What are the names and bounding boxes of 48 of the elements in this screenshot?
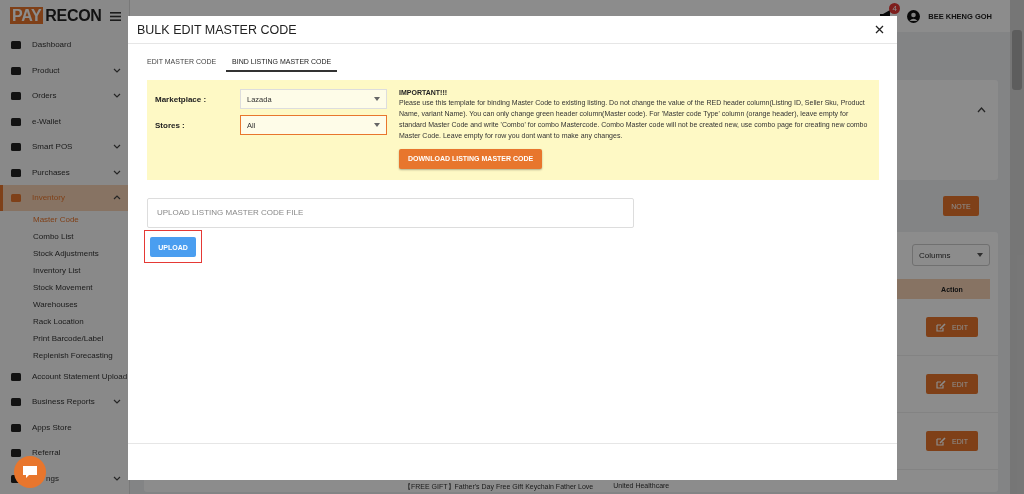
field-label: Marketplace : [155,94,208,104]
scrollbar[interactable] [1010,0,1024,494]
sidebar-item[interactable]: Referral [0,440,129,466]
submenu-item[interactable]: Stock Adjustments [0,244,129,262]
caret-icon [977,253,983,257]
submenu-item[interactable]: Stock Movement [0,278,129,296]
submenu-item[interactable]: Warehouses [0,295,129,313]
menu-item-icon [10,396,22,408]
menu-item-icon [10,192,22,204]
sidebar-item[interactable]: Orders [0,83,129,109]
logo: PAY RECON [10,7,102,25]
menu-item-icon [10,90,22,102]
edit-icon [936,379,946,389]
submenu-item[interactable]: Replenish Forecasting [0,346,129,364]
sidebar-item[interactable]: Purchases [0,159,129,185]
sidebar-item[interactable]: e-Wallet [0,108,129,134]
user-avatar-icon[interactable] [907,9,921,23]
field-label: Stores : [155,120,186,130]
sidebar-item[interactable]: Business Reports [0,389,129,415]
sidebar-item[interactable]: Smart POS [0,134,129,160]
menu-item-icon [10,141,22,153]
submenu-item[interactable]: Print Barcode/Label [0,329,129,347]
close-icon[interactable] [875,25,884,34]
menu-item-icon [10,166,22,178]
menu-item-icon [10,39,22,51]
menu-item-icon [10,64,22,76]
menu-item-icon [10,447,22,459]
caret-icon [374,97,380,101]
chat-icon [23,466,37,478]
columns-select[interactable]: Columns [912,244,990,266]
submenu-item[interactable]: Rack Location [0,312,129,330]
chevron-up-icon[interactable] [977,107,986,113]
edit-icon [936,436,946,446]
menu-icon[interactable] [110,11,121,21]
dialog-title: BULK EDIT MASTER CODE [137,22,297,37]
menu-item-icon [10,370,22,382]
sidebar-item[interactable]: Product [0,57,129,83]
sidebar-item[interactable]: Dashboard [0,32,129,58]
edit-icon [936,322,946,332]
submenu-item[interactable]: Inventory List [0,261,129,279]
file-input-field[interactable]: UPLOAD LISTING MASTER CODE FILE [147,197,634,228]
sidebar-item[interactable]: Apps Store [0,414,129,440]
submenu-item[interactable]: Combo List [0,227,129,245]
sidebar-item[interactable]: Account Statement Upload [0,363,129,389]
caret-icon [374,123,380,127]
menu-item-icon [10,421,22,433]
menu-item-icon [10,115,22,127]
notification-badge: 4 [889,3,901,14]
